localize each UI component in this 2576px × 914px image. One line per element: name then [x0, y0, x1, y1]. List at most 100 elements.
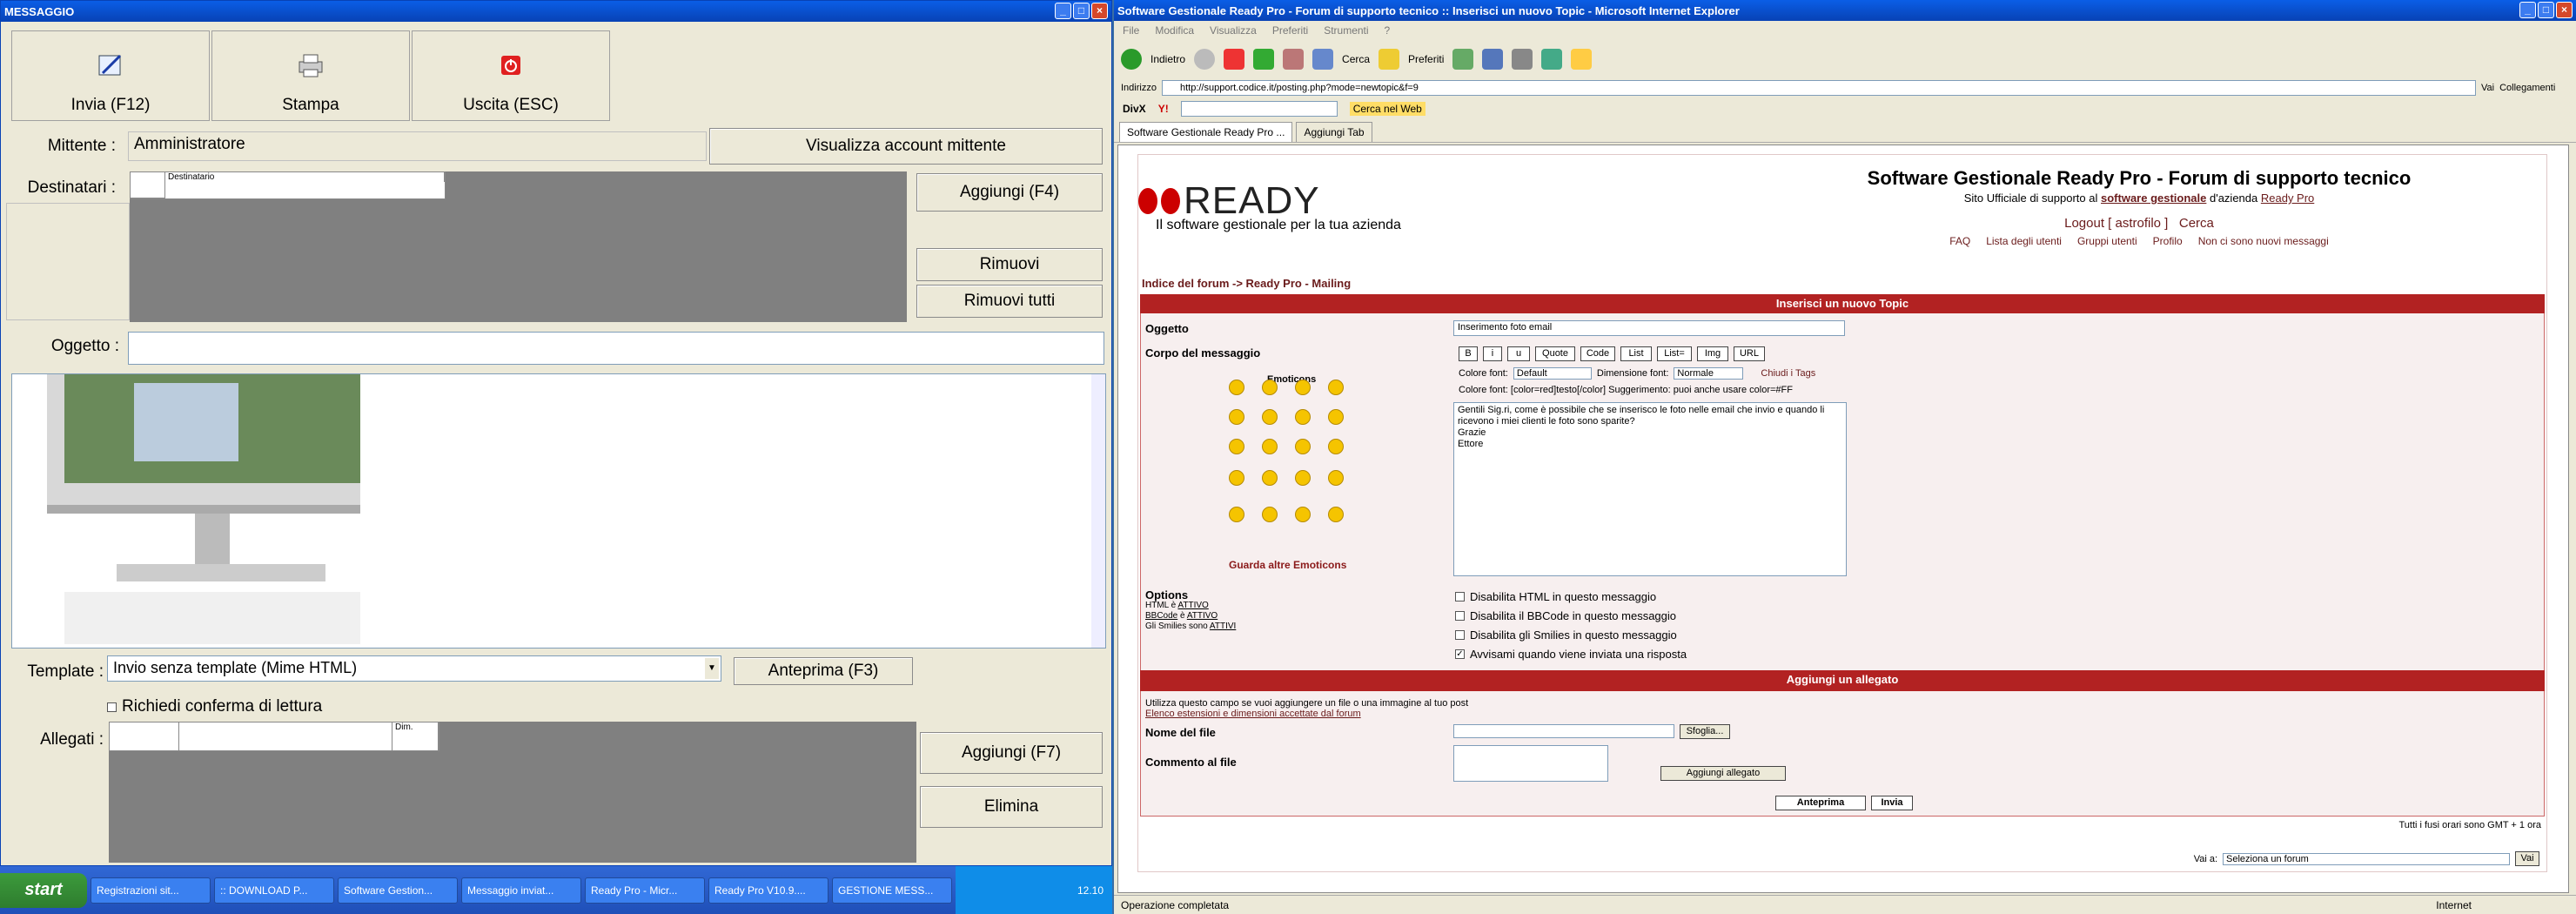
emoticon-icon[interactable] — [1262, 470, 1278, 486]
more-emoticons-link[interactable]: Guarda altre Emoticons — [1229, 559, 1346, 571]
nav-faq[interactable]: FAQ — [1949, 235, 1970, 247]
task-item[interactable]: :: DOWNLOAD P... — [214, 877, 334, 904]
favorites-label[interactable]: Preferiti — [1408, 53, 1444, 65]
jump-go-button[interactable]: Vai — [2515, 851, 2539, 866]
close-button[interactable]: × — [2556, 2, 2573, 18]
close-button[interactable]: × — [1091, 3, 1108, 19]
search-link[interactable]: Cerca — [2179, 216, 2214, 231]
list-numbered-button[interactable]: List= — [1657, 346, 1692, 361]
emoticon-icon[interactable] — [1295, 470, 1311, 486]
nav-profile[interactable]: Profilo — [2153, 235, 2183, 247]
emoticon-icon[interactable] — [1295, 439, 1311, 454]
preview-button[interactable]: Anteprima (F3) — [734, 657, 913, 685]
emoticon-icon[interactable] — [1328, 439, 1344, 454]
close-tags-link[interactable]: Chiudi i Tags — [1761, 368, 1815, 379]
italic-button[interactable]: i — [1483, 346, 1502, 361]
preview-button[interactable]: Anteprima — [1775, 796, 1866, 810]
print-icon[interactable] — [1512, 49, 1533, 70]
message-body-editor[interactable] — [11, 373, 1106, 649]
checkbox-icon[interactable] — [1455, 592, 1465, 601]
menu-file[interactable]: File — [1123, 24, 1139, 37]
back-icon[interactable] — [1121, 49, 1142, 70]
disable-smilies-option[interactable]: Disabilita gli Smilies in questo messagg… — [1455, 628, 1677, 642]
yahoo-logo[interactable]: Y! — [1158, 103, 1169, 115]
task-item[interactable]: Software Gestion... — [338, 877, 458, 904]
tab-add[interactable]: Aggiungi Tab — [1296, 122, 1372, 142]
minimize-button[interactable]: _ — [2519, 2, 2536, 18]
checkbox-icon[interactable] — [1455, 611, 1465, 621]
emoticon-icon[interactable] — [1229, 470, 1244, 486]
font-color-select[interactable]: Default — [1513, 367, 1592, 380]
message-body-textarea[interactable]: Gentili Sig.ri, come è possibile che se … — [1453, 402, 1847, 576]
view-account-button[interactable]: Visualizza account mittente — [709, 128, 1103, 165]
file-comment-input[interactable] — [1453, 745, 1608, 782]
menu-tools[interactable]: Strumenti — [1324, 24, 1368, 37]
extensions-link[interactable]: Elenco estensioni e dimensioni accettate… — [1145, 709, 1361, 719]
font-size-select[interactable]: Normale — [1674, 367, 1744, 380]
delete-button[interactable]: Elimina — [920, 786, 1103, 828]
menu-help[interactable]: ? — [1385, 24, 1391, 37]
list-button[interactable]: List — [1620, 346, 1652, 361]
search-icon[interactable] — [1312, 49, 1334, 70]
topic-subject-input[interactable]: Inserimento foto email — [1453, 320, 1845, 336]
search-web-button[interactable]: Cerca nel Web — [1349, 102, 1426, 116]
forum-select[interactable]: Seleziona un forum — [2223, 852, 2510, 865]
add-recipient-button[interactable]: Aggiungi (F4) — [916, 173, 1103, 212]
ready-pro-link[interactable]: Ready Pro — [2261, 192, 2314, 205]
nav-groups[interactable]: Gruppi utenti — [2077, 235, 2137, 247]
emoticon-icon[interactable] — [1295, 409, 1311, 425]
emoticon-icon[interactable] — [1295, 507, 1311, 522]
emoticon-icon[interactable] — [1229, 507, 1244, 522]
nav-messages[interactable]: Non ci sono nuovi messaggi — [2198, 235, 2329, 247]
print-button[interactable]: Stampa — [211, 30, 410, 121]
stop-icon[interactable] — [1224, 49, 1245, 70]
bold-button[interactable]: B — [1459, 346, 1478, 361]
checkbox-icon[interactable] — [1455, 630, 1465, 640]
url-button[interactable]: URL — [1734, 346, 1765, 361]
emoticon-icon[interactable] — [1328, 409, 1344, 425]
breadcrumb[interactable]: Indice del forum -> Ready Pro - Mailing — [1142, 277, 1351, 290]
file-input[interactable] — [1453, 724, 1674, 738]
task-item[interactable]: Ready Pro - Micr... — [585, 877, 705, 904]
edit-icon[interactable] — [1541, 49, 1563, 70]
emoticon-icon[interactable] — [1229, 439, 1244, 454]
history-icon[interactable] — [1452, 49, 1474, 70]
forward-icon[interactable] — [1194, 49, 1216, 70]
subject-input[interactable] — [128, 332, 1104, 365]
exit-button[interactable]: Uscita (ESC) — [412, 30, 610, 121]
smilies-attivi-link[interactable]: ATTIVI — [1210, 622, 1236, 631]
back-label[interactable]: Indietro — [1150, 53, 1185, 65]
maximize-button[interactable]: □ — [1073, 3, 1090, 19]
disable-html-option[interactable]: Disabilita HTML in questo messaggio — [1455, 590, 1656, 603]
emoticon-icon[interactable] — [1328, 507, 1344, 522]
emoticon-icon[interactable] — [1262, 507, 1278, 522]
task-item[interactable]: Registrazioni sit... — [91, 877, 211, 904]
url-input[interactable]: http://support.codice.it/posting.php?mod… — [1161, 80, 2476, 96]
browse-button[interactable]: Sfoglia... — [1680, 724, 1730, 739]
logout-link[interactable]: Logout [ astrofilo ] — [2064, 216, 2168, 231]
search-label[interactable]: Cerca — [1342, 53, 1370, 65]
chevron-down-icon[interactable]: ▼ — [705, 658, 719, 679]
bbcode-link[interactable]: BBCode — [1145, 611, 1177, 621]
add-attachment-button[interactable]: Aggiungi (F7) — [920, 732, 1103, 774]
start-button[interactable]: start — [0, 872, 87, 908]
quote-button[interactable]: Quote — [1535, 346, 1575, 361]
folder-icon[interactable] — [1571, 49, 1593, 70]
html-attivo-link[interactable]: ATTIVO — [1177, 601, 1208, 610]
checkbox-icon[interactable] — [107, 702, 117, 712]
emoticon-icon[interactable] — [1295, 380, 1311, 395]
home-icon[interactable] — [1283, 49, 1305, 70]
web-search-input[interactable] — [1180, 101, 1338, 117]
emoticon-icon[interactable] — [1229, 409, 1244, 425]
disable-bbcode-option[interactable]: Disabilita il BBCode in questo messaggio — [1455, 609, 1676, 622]
remove-all-button[interactable]: Rimuovi tutti — [916, 285, 1103, 318]
vertical-scrollbar[interactable] — [1091, 374, 1105, 648]
star-icon[interactable] — [1379, 49, 1400, 70]
maximize-button[interactable]: □ — [2538, 2, 2554, 18]
send-button[interactable]: Invia (F12) — [11, 30, 210, 121]
links-label[interactable]: Collegamenti — [2499, 83, 2555, 93]
read-receipt-checkbox[interactable]: Richiedi conferma di lettura — [107, 697, 322, 716]
emoticon-icon[interactable] — [1328, 380, 1344, 395]
minimize-button[interactable]: _ — [1055, 3, 1071, 19]
notify-reply-option[interactable]: ✓ Avvisami quando viene inviata una rispo… — [1455, 648, 1687, 661]
